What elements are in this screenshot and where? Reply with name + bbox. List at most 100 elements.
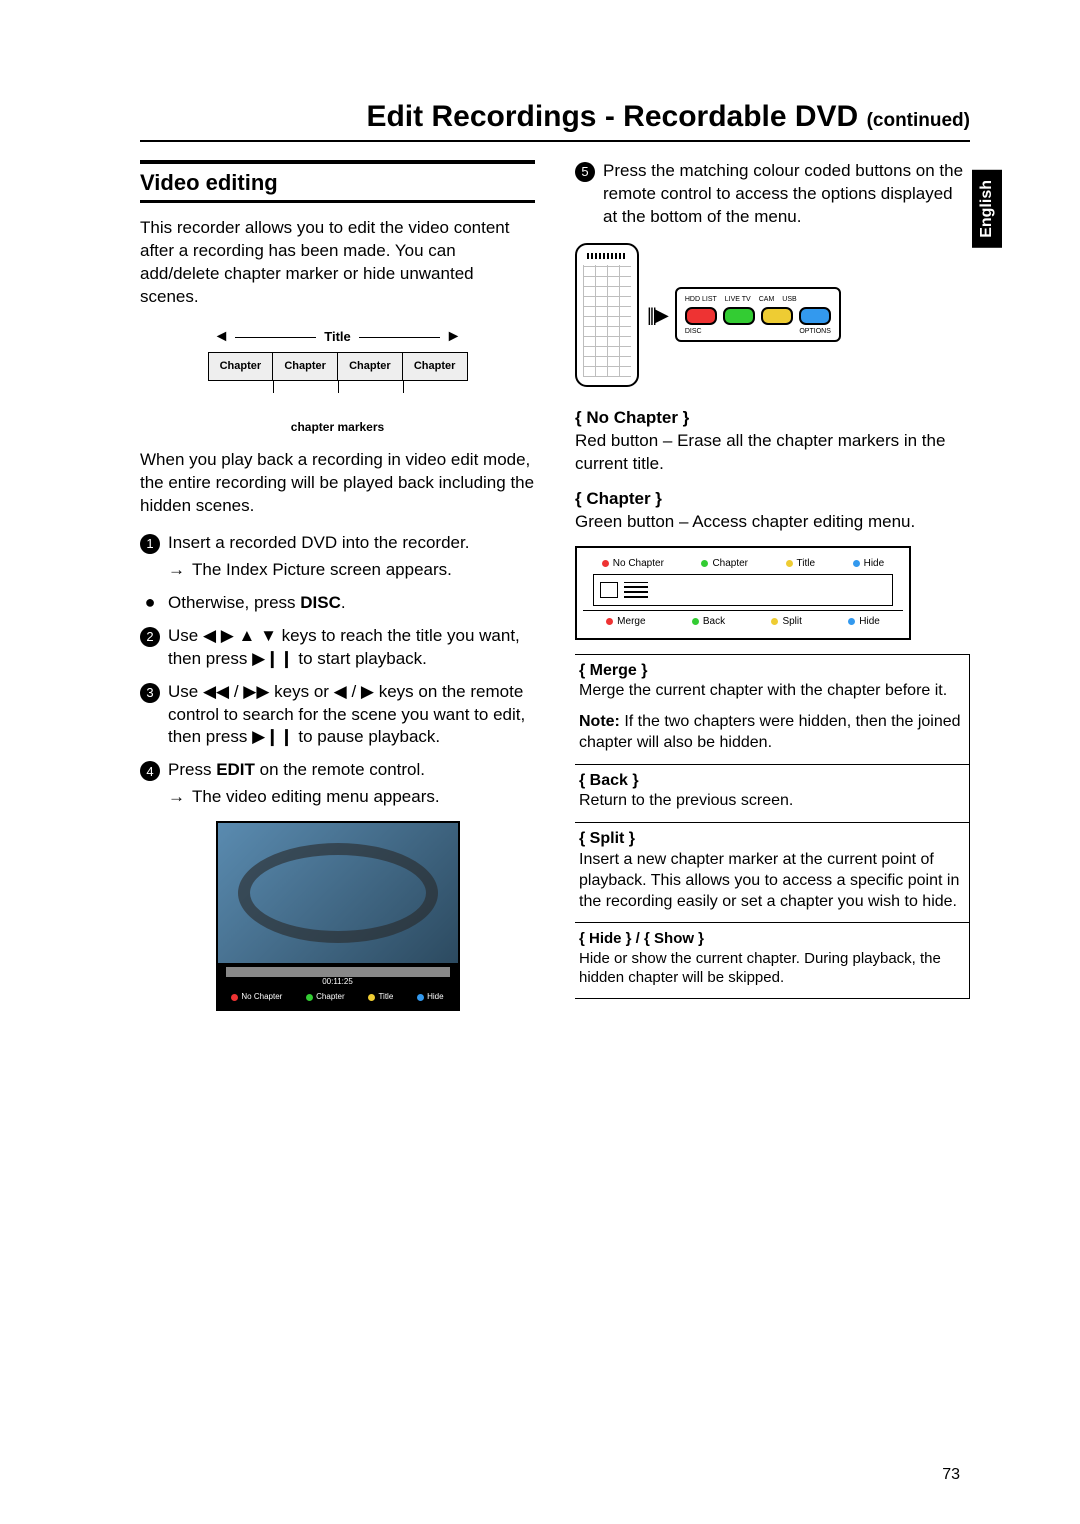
green-dot-icon: [701, 560, 708, 567]
step-number-icon: 1: [140, 534, 160, 554]
step-4-text-a: Press: [168, 760, 216, 779]
zoom-label: USB: [782, 295, 796, 304]
edit-bold: EDIT: [216, 760, 255, 779]
hide-desc: Hide or show the current chapter. During…: [579, 949, 961, 988]
table-row-split: { Split } Insert a new chapter marker at…: [575, 823, 970, 923]
screenshot-opt-title: Title: [378, 992, 393, 1003]
step-2-text: Use ◀ ▶ ▲ ▼ keys to reach the title you …: [168, 625, 535, 671]
option-chapter: { Chapter } Green button – Access chapte…: [575, 488, 970, 534]
green-button-icon: [723, 307, 755, 325]
hide-term: { Hide } / { Show }: [579, 929, 961, 949]
step-1-sub: The Index Picture screen appears.: [192, 559, 452, 582]
yellow-dot-icon: [368, 994, 375, 1001]
remote-body-icon: [575, 243, 639, 387]
bullet-icon: ●: [140, 592, 160, 615]
right-column: 5 Press the matching colour coded button…: [575, 160, 970, 1011]
submenu-bot-2: Back: [703, 615, 725, 629]
title-chapter-diagram: ◄ Title ► Chapter Chapter Chapter Chapte…: [208, 326, 468, 435]
step-4: 4 Press EDIT on the remote control. → Th…: [140, 759, 535, 809]
yellow-dot-icon: [771, 618, 778, 625]
table-row-back: { Back } Return to the previous screen.: [575, 765, 970, 824]
chapter-term: { Chapter }: [575, 488, 970, 511]
step-1-text: Insert a recorded DVD into the recorder.: [168, 533, 469, 552]
step-number-icon: 3: [140, 683, 160, 703]
blue-dot-icon: [853, 560, 860, 567]
back-desc: Return to the previous screen.: [579, 791, 961, 812]
split-desc: Insert a new chapter marker at the curre…: [579, 850, 961, 912]
no-chapter-desc: Red button – Erase all the chapter marke…: [575, 430, 970, 476]
back-term: { Back }: [579, 771, 961, 792]
red-button-icon: [685, 307, 717, 325]
submenu-top-2: Chapter: [712, 557, 748, 571]
screenshot-timecode: 00:11:25: [218, 977, 458, 988]
page-title: Edit Recordings - Recordable DVD (contin…: [140, 100, 970, 142]
step-2: 2 Use ◀ ▶ ▲ ▼ keys to reach the title yo…: [140, 625, 535, 671]
page-title-continued: (continued): [867, 110, 970, 131]
no-chapter-term: { No Chapter }: [575, 407, 970, 430]
zoom-label: CAM: [759, 295, 775, 304]
red-dot-icon: [231, 994, 238, 1001]
page-number: 73: [942, 1466, 960, 1484]
step-number-icon: 2: [140, 627, 160, 647]
disc-bold: DISC: [300, 593, 341, 612]
red-dot-icon: [602, 560, 609, 567]
playback-paragraph: When you play back a recording in video …: [140, 449, 535, 518]
merge-term: { Merge }: [579, 661, 961, 682]
arrow-icon: →: [168, 559, 186, 582]
blue-dot-icon: [848, 618, 855, 625]
red-dot-icon: [606, 618, 613, 625]
chapter-desc: Green button – Access chapter editing me…: [575, 511, 970, 534]
merge-note: If the two chapters were hidden, then th…: [579, 713, 961, 751]
diagram-chapter-cell: Chapter: [403, 353, 467, 380]
step-3: 3 Use ◀◀ / ▶▶ keys or ◀ / ▶ keys on the …: [140, 681, 535, 750]
diagram-markers-note: chapter markers: [208, 419, 468, 435]
table-row-merge: { Merge } Merge the current chapter with…: [575, 655, 970, 765]
submenu-bot-3: Split: [782, 615, 801, 629]
green-dot-icon: [692, 618, 699, 625]
diagram-chapter-cell: Chapter: [273, 353, 338, 380]
screenshot-opt-no-chapter: No Chapter: [241, 992, 282, 1003]
diagram-chapter-cell: Chapter: [338, 353, 403, 380]
edit-menu-screenshot: 00:11:25 No Chapter Chapter Title Hide: [216, 821, 460, 1011]
step-5-text: Press the matching colour coded buttons …: [603, 160, 970, 229]
step-1: 1 Insert a recorded DVD into the recorde…: [140, 532, 535, 582]
blue-button-icon: [799, 307, 831, 325]
screenshot-opt-hide: Hide: [427, 992, 443, 1003]
step-4-text-c: on the remote control.: [255, 760, 425, 779]
split-term: { Split }: [579, 829, 961, 850]
option-no-chapter: { No Chapter } Red button – Erase all th…: [575, 407, 970, 476]
left-column: Video editing This recorder allows you t…: [140, 160, 535, 1011]
yellow-button-icon: [761, 307, 793, 325]
green-dot-icon: [306, 994, 313, 1001]
zoom-sub-right: OPTIONS: [799, 327, 831, 336]
blue-dot-icon: [417, 994, 424, 1001]
arrow-icon: →: [168, 786, 186, 809]
bullet-otherwise: ● Otherwise, press DISC.: [140, 592, 535, 615]
screenshot-opt-chapter: Chapter: [316, 992, 344, 1003]
step-number-icon: 5: [575, 162, 595, 182]
bullet-text: Otherwise, press: [168, 593, 300, 612]
zoom-sub-left: DISC: [685, 327, 702, 336]
table-row-hide: { Hide } / { Show } Hide or show the cur…: [575, 923, 970, 999]
zoom-lines-icon: |||▶: [647, 303, 667, 327]
diagram-title-label: Title: [324, 328, 351, 346]
zoom-label: HDD LIST: [685, 295, 717, 304]
step-4-sub: The video editing menu appears.: [192, 786, 440, 809]
merge-note-bold: Note:: [579, 713, 620, 730]
remote-diagram: |||▶ HDD LIST LIVE TV CAM USB: [575, 243, 970, 387]
intro-paragraph: This recorder allows you to edit the vid…: [140, 217, 535, 309]
submenu-bot-1: Merge: [617, 615, 645, 629]
submenu-top-1: No Chapter: [613, 557, 664, 571]
manual-page: Edit Recordings - Recordable DVD (contin…: [0, 0, 1080, 1051]
step-3-text: Use ◀◀ / ▶▶ keys or ◀ / ▶ keys on the re…: [168, 681, 535, 750]
chapter-options-table: { Merge } Merge the current chapter with…: [575, 654, 970, 999]
step-5: 5 Press the matching colour coded button…: [575, 160, 970, 229]
submenu-top-3: Title: [797, 557, 816, 571]
diagram-chapter-cell: Chapter: [209, 353, 274, 380]
submenu-bot-4: Hide: [859, 615, 880, 629]
page-title-main: Edit Recordings - Recordable DVD: [366, 100, 858, 133]
step-number-icon: 4: [140, 761, 160, 781]
yellow-dot-icon: [786, 560, 793, 567]
section-heading: Video editing: [140, 160, 535, 198]
remote-zoom-colour-buttons: HDD LIST LIVE TV CAM USB DISC OPTIONS: [675, 287, 841, 342]
